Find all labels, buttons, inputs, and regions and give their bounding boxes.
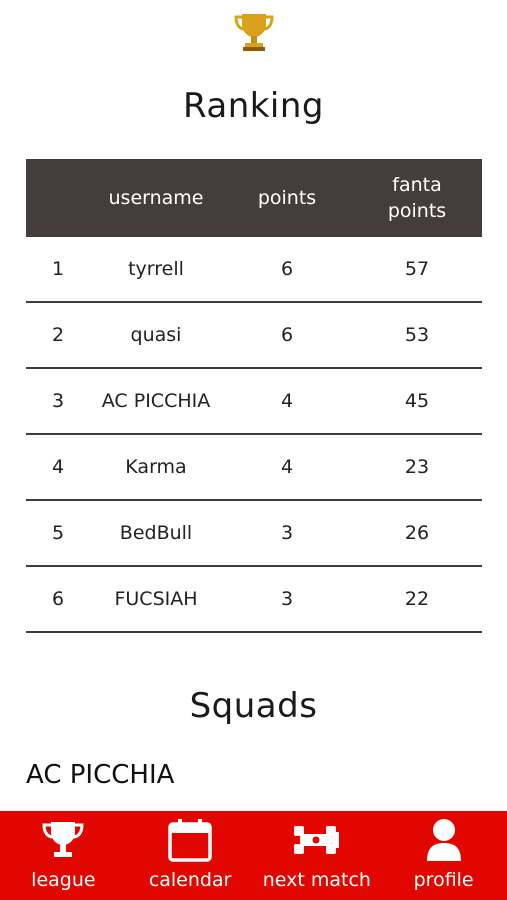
squads-title: Squads: [189, 686, 318, 726]
fanta-points-cell: 26: [404, 522, 430, 544]
rank-cell: 2: [52, 324, 65, 346]
points-cell: 4: [280, 390, 294, 412]
column-header-fanta-line2: points: [387, 200, 447, 222]
table-row[interactable]: 2 quasi 6 53: [26, 303, 482, 369]
user-icon: [419, 817, 469, 863]
nav-label: calendar: [148, 869, 232, 891]
table-row[interactable]: 1 tyrrell 6 57: [26, 237, 482, 303]
nav-league[interactable]: league: [0, 811, 127, 900]
rank-cell: 5: [52, 522, 65, 544]
fanta-points-cell: 53: [404, 324, 430, 346]
race-car-icon: [292, 817, 342, 863]
nav-next-match[interactable]: next match: [254, 811, 381, 900]
calendar-icon: [165, 817, 215, 863]
table-row[interactable]: 6 FUCSIAH 3 22: [26, 567, 482, 633]
nav-profile[interactable]: profile: [380, 811, 507, 900]
username-cell: AC PICCHIA: [101, 390, 211, 412]
points-cell: 6: [280, 324, 294, 346]
points-cell: 3: [280, 522, 294, 544]
column-header-points: points: [257, 187, 317, 209]
nav-calendar[interactable]: calendar: [127, 811, 254, 900]
ranking-title: Ranking: [182, 86, 325, 126]
username-cell: Karma: [125, 456, 187, 478]
trophy-icon: [234, 14, 274, 51]
column-header-fanta-line1: fanta: [392, 174, 442, 196]
rank-cell: 3: [52, 390, 65, 412]
username-cell: BedBull: [119, 522, 193, 544]
bottom-navbar: league calendar next match profile: [0, 811, 507, 900]
table-row[interactable]: 4 Karma 4 23: [26, 435, 482, 501]
ranking-table: username points fanta points 1 tyrrell 6…: [26, 159, 482, 633]
nav-label: next match: [262, 869, 371, 891]
points-cell: 4: [280, 456, 294, 478]
points-cell: 6: [280, 258, 294, 280]
table-row[interactable]: 3 AC PICCHIA 4 45: [26, 369, 482, 435]
fanta-points-cell: 57: [404, 258, 430, 280]
fanta-points-cell: 45: [404, 390, 430, 412]
username-cell: tyrrell: [128, 258, 184, 280]
app-screen: Ranking username points fanta points 1 t…: [0, 0, 507, 900]
fanta-points-cell: 23: [404, 456, 430, 478]
trophy-icon: [38, 817, 88, 863]
nav-label: league: [31, 869, 96, 891]
points-cell: 3: [280, 588, 294, 610]
column-header-username: username: [108, 187, 204, 209]
table-header: username points fanta points: [26, 159, 482, 237]
nav-label: profile: [413, 869, 474, 891]
column-header-fanta-points: fanta points: [352, 172, 482, 224]
rank-cell: 1: [52, 258, 65, 280]
squad-name[interactable]: AC PICCHIA: [26, 760, 174, 790]
rank-cell: 4: [52, 456, 65, 478]
username-cell: quasi: [130, 324, 182, 346]
fanta-points-cell: 22: [404, 588, 430, 610]
username-cell: FUCSIAH: [114, 588, 198, 610]
rank-cell: 6: [52, 588, 65, 610]
table-row[interactable]: 5 BedBull 3 26: [26, 501, 482, 567]
